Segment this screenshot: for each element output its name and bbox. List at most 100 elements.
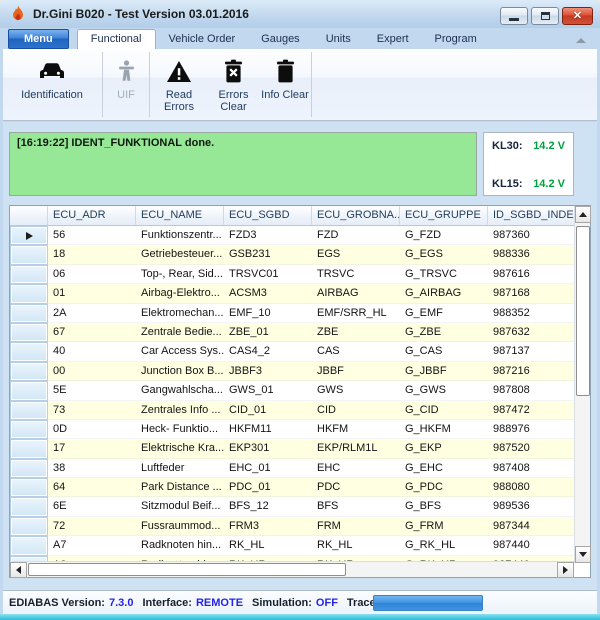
tab-expert[interactable]: Expert <box>364 29 422 49</box>
row-selector[interactable] <box>10 226 48 245</box>
vertical-scrollbar[interactable] <box>574 206 590 563</box>
table-row[interactable]: 2AElektromechan...EMF_10EMF/SRR_HLG_EMF9… <box>10 304 574 323</box>
table-row[interactable]: 01Airbag-Elektro...ACSM3AIRBAGG_AIRBAG98… <box>10 284 574 303</box>
table-cell: 0D <box>48 420 136 439</box>
errors-clear-button[interactable]: Errors Clear <box>207 49 260 120</box>
scroll-right-button[interactable] <box>557 562 574 578</box>
tab-functional[interactable]: Functional <box>77 29 156 49</box>
info-clear-button[interactable]: Info Clear <box>260 49 310 120</box>
table-cell: Airbag-Elektro... <box>136 284 224 303</box>
row-selector[interactable] <box>10 245 48 264</box>
table-row[interactable]: 40Car Access Sys...CAS4_2CASG_CAS987137 <box>10 342 574 361</box>
column-header[interactable]: ECU_GROBNA... <box>312 206 400 226</box>
status-field: EDIABAS Version:7.3.0 <box>9 597 142 609</box>
table-cell: Junction Box B... <box>136 362 224 381</box>
scroll-down-button[interactable] <box>575 546 591 563</box>
row-selector[interactable] <box>10 323 48 342</box>
row-selector[interactable] <box>10 342 48 361</box>
table-cell: Car Access Sys... <box>136 342 224 361</box>
table-cell: G_RK_HL <box>400 536 488 555</box>
row-selector[interactable] <box>10 497 48 516</box>
row-selector[interactable] <box>10 459 48 478</box>
identification-button[interactable]: Identification <box>3 49 101 120</box>
table-row[interactable]: A7Radknoten hin...RK_HLRK_HLG_RK_HL98744… <box>10 536 574 555</box>
tab-units[interactable]: Units <box>313 29 364 49</box>
status-field-label: Simulation: <box>252 597 312 609</box>
toolbar-separator <box>149 52 150 117</box>
table-cell: AIRBAG <box>312 284 400 303</box>
scroll-up-button[interactable] <box>575 206 591 223</box>
column-header[interactable]: ECU_ADR <box>48 206 136 226</box>
row-selector[interactable] <box>10 284 48 303</box>
table-cell: 00 <box>48 362 136 381</box>
table-cell: 987472 <box>488 401 574 420</box>
table-cell: 987632 <box>488 323 574 342</box>
column-header[interactable]: ECU_NAME <box>136 206 224 226</box>
row-selector[interactable] <box>10 478 48 497</box>
status-field-value: OFF <box>316 597 338 609</box>
table-cell: 987520 <box>488 439 574 458</box>
minimize-button[interactable] <box>500 7 528 25</box>
menu-bar: Menu FunctionalVehicle OrderGaugesUnitsE… <box>0 28 600 49</box>
table-cell: Elektromechan... <box>136 304 224 323</box>
table-row[interactable]: 72Fussraummod...FRM3FRMG_FRM987344 <box>10 517 574 536</box>
table-cell: Park Distance ... <box>136 478 224 497</box>
table-cell: GWS_01 <box>224 381 312 400</box>
table-cell: Luftfeder <box>136 459 224 478</box>
table-row[interactable]: 56Funktionszentr...FZD3FZDG_FZD987360 <box>10 226 574 245</box>
table-cell: BFS <box>312 497 400 516</box>
status-field-value: 7.3.0 <box>109 597 133 609</box>
table-row[interactable]: 06Top-, Rear, Sid...TRSVC01TRSVCG_TRSVC9… <box>10 265 574 284</box>
tab-program[interactable]: Program <box>422 29 490 49</box>
column-header[interactable]: ID_SGBD_INDEX <box>488 206 576 226</box>
scroll-left-button[interactable] <box>10 562 27 578</box>
table-cell: G_EHC <box>400 459 488 478</box>
row-selector[interactable] <box>10 517 48 536</box>
vertical-scrollbar-thumb[interactable] <box>576 226 590 396</box>
voltage-panel: KL30: 14.2 V KL15: 14.2 V <box>483 132 574 196</box>
table-row[interactable]: 73Zentrales Info ...CID_01CIDG_CID987472 <box>10 401 574 420</box>
read-errors-button[interactable]: Read Errors <box>151 49 207 120</box>
row-selector[interactable] <box>10 304 48 323</box>
row-selector[interactable] <box>10 362 48 381</box>
row-selector[interactable] <box>10 536 48 555</box>
table-cell: 01 <box>48 284 136 303</box>
table-cell: Zentrale Bedie... <box>136 323 224 342</box>
status-bar: EDIABAS Version:7.3.0Interface:REMOTESim… <box>3 590 597 614</box>
toolbar-button-label: Read Errors <box>151 89 207 113</box>
menu-button[interactable]: Menu <box>8 29 69 49</box>
table-row[interactable]: 38LuftfederEHC_01EHCG_EHC987408 <box>10 459 574 478</box>
content-area: [16:19:22] IDENT_FUNKTIONAL done. KL30: … <box>3 122 597 590</box>
table-row[interactable]: 18Getriebesteuer...GSB231EGSG_EGS988336 <box>10 245 574 264</box>
close-button[interactable]: ✕ <box>562 7 593 25</box>
horizontal-scrollbar[interactable] <box>10 561 574 577</box>
column-header[interactable]: ECU_GRUPPE <box>400 206 488 226</box>
row-selector[interactable] <box>10 265 48 284</box>
table-cell: 38 <box>48 459 136 478</box>
tab-gauges[interactable]: Gauges <box>248 29 313 49</box>
table-row[interactable]: 0DHeck- Funktio...HKFM11HKFMG_HKFM988976 <box>10 420 574 439</box>
horizontal-scrollbar-thumb[interactable] <box>28 563 346 576</box>
tab-vehicle-order[interactable]: Vehicle Order <box>156 29 249 49</box>
row-selector[interactable] <box>10 420 48 439</box>
table-row[interactable]: 00Junction Box B...JBBF3JBBFG_JBBF987216 <box>10 362 574 381</box>
table-row[interactable]: 64Park Distance ...PDC_01PDCG_PDC988080 <box>10 478 574 497</box>
table-row[interactable]: 67Zentrale Bedie...ZBE_01ZBEG_ZBE987632 <box>10 323 574 342</box>
ribbon-collapse-chevron-icon[interactable] <box>576 38 586 43</box>
column-header[interactable]: ECU_SGBD <box>224 206 312 226</box>
table-cell: FRM3 <box>224 517 312 536</box>
title-bar[interactable]: Dr.Gini B020 - Test Version 03.01.2016 ✕ <box>0 0 600 28</box>
table-row[interactable]: 17Elektrische Kra...EKP301EKP/RLM1LG_EKP… <box>10 439 574 458</box>
table-row[interactable]: 6ESitzmodul Beif...BFS_12BFSG_BFS989536 <box>10 497 574 516</box>
close-icon: ✕ <box>573 11 582 22</box>
table-cell: CAS <box>312 342 400 361</box>
table-cell: RK_HL <box>312 536 400 555</box>
row-selector[interactable] <box>10 439 48 458</box>
table-cell: G_EKP <box>400 439 488 458</box>
table-row[interactable]: 5EGangwahlscha...GWS_01GWSG_GWS987808 <box>10 381 574 400</box>
row-selector[interactable] <box>10 401 48 420</box>
maximize-button[interactable] <box>531 7 559 25</box>
table-cell: G_JBBF <box>400 362 488 381</box>
toolbar-separator <box>102 52 103 117</box>
row-selector[interactable] <box>10 381 48 400</box>
